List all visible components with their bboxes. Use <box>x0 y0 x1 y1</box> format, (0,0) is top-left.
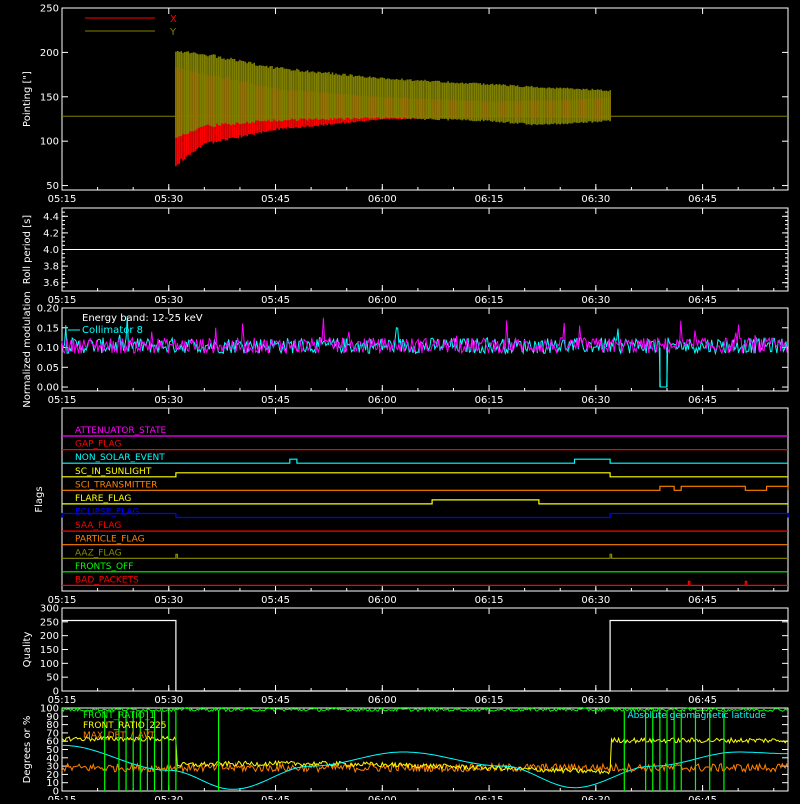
modulation-ytick-label: 0.15 <box>37 323 59 334</box>
flags-ylabel: Flags <box>34 486 45 512</box>
modulation-series-cyan <box>61 316 788 388</box>
roll-ylabel: Roll period [s] <box>22 215 33 284</box>
flag-line-flare-flag <box>62 499 788 505</box>
flag-label-bad-packets: BAD_PACKETS <box>75 575 139 585</box>
flag-label-fronts-off: FRONTS_OFF <box>75 562 133 572</box>
quality-xtick-label: 06:15 <box>475 695 504 706</box>
pointing-ylabel: Pointing ["] <box>22 71 33 127</box>
quality-ytick-label: 200 <box>40 631 59 642</box>
quality-ytick-label: 150 <box>40 645 59 656</box>
modulation-xtick-label: 05:30 <box>154 395 183 406</box>
modulation-ylabel: Normalized modulation <box>22 291 33 408</box>
pointing-ytick-label: 150 <box>40 92 59 103</box>
roll-ytick-label: 4.2 <box>43 228 59 239</box>
quality-xtick-label: 06:30 <box>581 695 610 706</box>
flag-label-eclipse-flag: ECLIPSE_FLAG <box>75 508 139 518</box>
roll-xtick-label: 06:30 <box>581 295 610 306</box>
flag-line-aaz-flag <box>62 553 788 559</box>
quality-xtick-label: 06:45 <box>688 695 717 706</box>
modulation-xtick-label: 06:00 <box>368 395 397 406</box>
modulation-xtick-label: 06:45 <box>688 395 717 406</box>
roll-xtick-label: 05:45 <box>261 295 290 306</box>
roll-ytick-label: 3.6 <box>43 278 59 289</box>
quality-ytick-label: 0 <box>53 687 59 698</box>
quality-xtick-label: 05:45 <box>261 695 290 706</box>
modulation-ytick-label: 0.00 <box>37 383 59 394</box>
modulation-ytick-label: 0.05 <box>37 363 59 374</box>
rates-ylabel: Degrees or % <box>22 716 33 784</box>
pointing-ytick-label: 250 <box>40 4 59 15</box>
pointing-xtick-label: 05:45 <box>261 194 290 205</box>
flag-label-sc-in-sunlight: SC_IN_SUNLIGHT <box>75 467 152 477</box>
flag-line-non-solar-event <box>62 458 788 464</box>
legend-label-collimator-8: Collimator 8 <box>82 325 143 336</box>
legend-label-front-ratio-1: FRONT_RATIO_1 <box>83 711 155 721</box>
flag-label-sci-transmitter: SCI_TRANSMITTER <box>75 480 157 490</box>
flag-line-bad-packets <box>62 580 788 587</box>
rates-ytick-label: 100 <box>40 704 59 715</box>
rates-xtick-label: 06:30 <box>581 795 610 800</box>
rhessi-quicklook-figure: 05:15 05:30 05:45 06:00 06:15 06:30 06:45 50 100… <box>0 0 800 804</box>
flag-line-sc-in-sunlight <box>62 472 788 478</box>
flag-label-saa-flag: SAA_FLAG <box>75 521 121 531</box>
quality-ylabel: Quality <box>22 632 33 668</box>
flags-xtick-label: 05:30 <box>154 595 183 606</box>
pointing-xtick-label: 06:45 <box>688 194 717 205</box>
flag-line-sci-transmitter <box>62 485 789 491</box>
quality-ytick-label: 100 <box>40 659 59 670</box>
pointing-ytick-label: 50 <box>46 181 59 192</box>
flags-xtick-label: 06:30 <box>581 595 610 606</box>
multi-panel-chart: 05:15 05:30 05:45 06:00 06:15 06:30 06:45 50 100… <box>22 4 789 804</box>
flag-label-attenuator-state: ATTENUATOR_STATE <box>75 426 167 436</box>
legend-label-y: Y <box>169 27 177 38</box>
flag-label-flare-flag: FLARE_FLAG <box>75 494 131 504</box>
modulation-xtick-label: 05:15 <box>48 395 77 406</box>
roll-xtick-label: 06:15 <box>475 295 504 306</box>
quality-ytick-label: 250 <box>40 617 59 628</box>
roll-ytick-label: 3.8 <box>43 262 59 273</box>
modulation-ytick-label: 0.20 <box>37 304 59 315</box>
flag-label-aaz-flag: AAZ_FLAG <box>75 548 122 558</box>
pointing-ytick-label: 200 <box>40 48 59 59</box>
flag-label-non-solar-event: NON_SOLAR_EVENT <box>75 453 165 463</box>
pointing-ytick-label: 100 <box>40 137 59 148</box>
rates-xtick-label: 06:15 <box>475 795 504 800</box>
quality-ytick-label: 50 <box>46 673 59 684</box>
rates-xtick-label: 06:45 <box>688 795 717 800</box>
pointing-xtick-label: 05:15 <box>48 194 77 205</box>
rates-xtick-label: 05:30 <box>154 795 183 800</box>
modulation-ytick-label: 0.10 <box>37 343 59 354</box>
flags-xtick-label: 06:15 <box>475 595 504 606</box>
roll-ytick-label: 4.0 <box>43 245 59 256</box>
pointing-xtick-label: 05:30 <box>154 194 183 205</box>
rates-xtick-label: 06:00 <box>368 795 397 800</box>
quality-xtick-label: 05:30 <box>154 695 183 706</box>
roll-ytick-label: 4.4 <box>43 212 59 223</box>
pointing-xtick-label: 06:30 <box>581 194 610 205</box>
roll-xtick-label: 05:30 <box>154 295 183 306</box>
rates-xtick-label: 05:45 <box>261 795 290 800</box>
roll-xtick-label: 06:00 <box>368 295 397 306</box>
pointing-xtick-label: 06:00 <box>368 194 397 205</box>
flag-line-eclipse-flag <box>61 512 789 519</box>
pointing-xtick-label: 06:15 <box>475 194 504 205</box>
quality-ytick-label: 300 <box>40 604 59 615</box>
modulation-xtick-label: 06:15 <box>475 395 504 406</box>
legend-label-max-det-avt: MAX_DET_/_AVT <box>83 731 155 741</box>
flags-xtick-label: 06:00 <box>368 595 397 606</box>
flag-label-gap-flag: GAP_FLAG <box>75 440 121 450</box>
quality-line <box>62 619 788 692</box>
flags-xtick-label: 06:45 <box>688 595 717 606</box>
roll-xtick-label: 06:45 <box>688 295 717 306</box>
flag-label-particle-flag: PARTICLE_FLAG <box>75 535 145 545</box>
flags-xtick-label: 05:45 <box>261 595 290 606</box>
modulation-xtick-label: 06:30 <box>581 395 610 406</box>
legend-label-front-ratio-225: FRONT_RATIO_225 <box>83 721 167 731</box>
legend-label-geomagnetic-latitude: Absolute geomagnetic latitude <box>627 711 766 721</box>
modulation-energy-band-label: Energy band: 12-25 keV <box>82 313 203 324</box>
quality-xtick-label: 06:00 <box>368 695 397 706</box>
legend-label-x: X <box>170 14 177 25</box>
modulation-xtick-label: 05:45 <box>261 395 290 406</box>
